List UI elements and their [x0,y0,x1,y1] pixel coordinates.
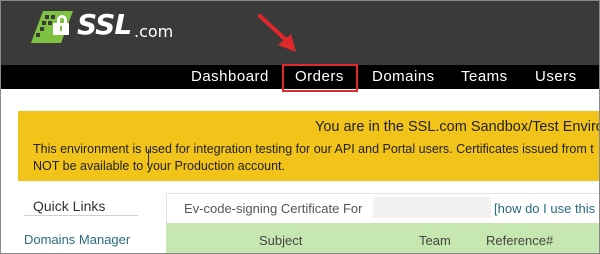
help-link[interactable]: [how do I use this [494,201,595,216]
redacted-value [373,197,491,218]
nav-teams[interactable]: Teams [461,65,508,89]
nav-dashboard[interactable]: Dashboard [191,65,269,89]
sidebar-item-domains-manager[interactable]: Domains Manager [24,232,130,247]
banner-title: You are in the SSL.com Sandbox/Test Envi… [315,119,600,135]
sandbox-banner: You are in the SSL.com Sandbox/Test Envi… [18,111,600,181]
column-header-subject[interactable]: Subject [259,233,302,248]
brand-suffix[interactable]: .com [134,22,173,41]
banner-line-1: This environment is used for integration… [33,142,594,156]
text-cursor-icon [148,149,149,165]
quick-links-divider [24,215,138,216]
column-header-reference[interactable]: Reference# [486,233,553,248]
certificate-label: Ev-code-signing Certificate For [184,201,363,216]
nav-users[interactable]: Users [535,65,577,89]
quick-links-title: Quick Links [33,198,106,214]
banner-line-2: NOT be available to your Production acco… [33,159,285,173]
ssl-logo-icon[interactable] [31,9,75,45]
orders-highlight-box [282,64,358,92]
banner-message: This environment is used for integration… [33,141,599,175]
nav-domains[interactable]: Domains [372,65,435,89]
column-header-team[interactable]: Team [419,233,451,248]
brand-name[interactable]: SSL [77,8,132,41]
annotation-arrow-icon [258,14,296,52]
app-window: SSL .com Dashboard Orders Domains Teams … [0,0,600,254]
